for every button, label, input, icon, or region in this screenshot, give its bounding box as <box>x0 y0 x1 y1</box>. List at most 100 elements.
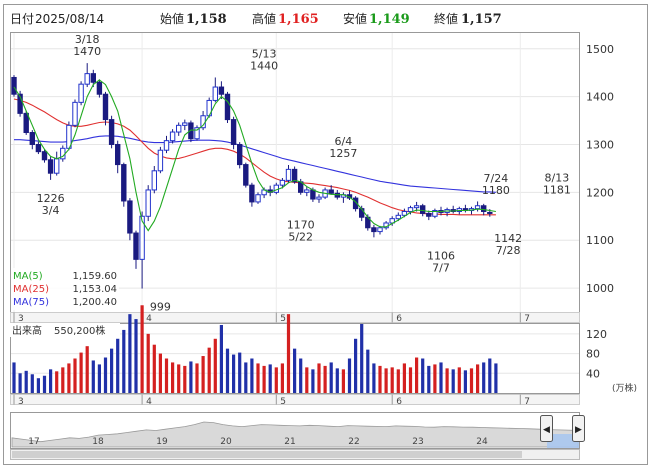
volume-bar <box>207 347 211 393</box>
volume-bar <box>408 367 413 393</box>
candle-down <box>224 93 231 121</box>
navigator-label: 23 <box>412 437 423 447</box>
volume-bar <box>488 358 492 393</box>
volume-bar <box>274 367 278 393</box>
volume-tick-label: 40 <box>586 367 600 380</box>
volume-bar <box>244 362 248 393</box>
navigator-label: 22 <box>348 437 359 447</box>
volume-bar <box>42 375 47 393</box>
volume-bar <box>189 361 193 393</box>
month-label: 4 <box>146 397 152 407</box>
ma75-legend-label: MA(75) <box>13 297 49 308</box>
candle-up <box>78 83 84 103</box>
candle-down <box>23 112 29 134</box>
navigator-left-handle[interactable]: ◀ <box>540 415 553 442</box>
volume-bar <box>103 357 108 393</box>
volume-bar <box>305 367 309 393</box>
volume-bar <box>79 352 83 393</box>
candle-down <box>230 119 237 145</box>
volume-bar <box>402 363 406 393</box>
volume-bar <box>36 378 40 393</box>
candle-up <box>212 86 219 101</box>
volume-bar <box>280 363 284 393</box>
candle-up <box>279 179 286 186</box>
candle-up <box>169 131 176 142</box>
candle-down <box>133 232 139 260</box>
volume-bar <box>61 367 65 393</box>
month-label: 7 <box>524 397 530 407</box>
candle-down <box>371 227 377 233</box>
candle-down <box>218 86 225 95</box>
volume-bar <box>134 319 138 393</box>
volume-bar <box>323 365 327 393</box>
candle-down <box>420 205 426 214</box>
candle-up <box>72 101 78 126</box>
volume-bar <box>238 352 242 393</box>
ma75-legend-value: 1,200.40 <box>72 297 117 308</box>
candle-down <box>108 119 115 145</box>
annotation-label: 1440 <box>250 59 278 72</box>
candle-down <box>41 151 48 161</box>
price-tick-label: 1100 <box>586 234 614 247</box>
volume-bar <box>49 369 53 393</box>
month-label: 6 <box>396 314 402 324</box>
candle-down <box>249 184 255 203</box>
price-tick-label: 1200 <box>586 186 614 199</box>
low-label: 安値 <box>343 11 367 26</box>
volume-bar <box>427 365 431 393</box>
price-tick-label: 1000 <box>586 282 614 295</box>
navigator-label: 20 <box>220 437 232 447</box>
navigator-label: 19 <box>156 437 168 447</box>
volume-bar <box>116 338 120 393</box>
volume-bar <box>97 364 101 393</box>
volume-bar <box>18 373 22 393</box>
volume-bar <box>451 369 455 393</box>
candle-down <box>102 93 109 121</box>
month-label: 5 <box>280 314 286 324</box>
navigator-scrollbar-thumb[interactable] <box>12 451 522 458</box>
volume-bar <box>469 368 474 393</box>
volume-bar <box>378 365 382 393</box>
volume-bar <box>396 369 400 393</box>
volume-bar <box>390 367 394 393</box>
volume-bar <box>329 362 333 393</box>
navigator-label: 18 <box>92 437 104 447</box>
volume-bar <box>494 363 498 393</box>
low-value: 1,149 <box>369 12 410 27</box>
navigator-right-handle[interactable]: ▶ <box>572 415 585 442</box>
candle-down <box>35 143 42 153</box>
volume-tick-label: 120 <box>586 328 607 341</box>
volume-bar <box>91 360 95 393</box>
volume-bar <box>158 353 162 393</box>
candle-down <box>29 132 36 145</box>
candle-up <box>413 205 420 209</box>
ma-legend: MA(5) 1,159.60 MA(25) 1,153.04 MA(75) 1,… <box>11 268 119 310</box>
candle-up <box>377 227 383 233</box>
candle-up <box>304 189 310 193</box>
volume-value: 550,200株 <box>54 324 105 337</box>
month-label: 4 <box>146 314 152 324</box>
month-label: 5 <box>280 397 286 407</box>
navigator-left-arrow-icon[interactable]: ◀ <box>543 425 550 435</box>
candle-up <box>145 189 151 217</box>
candle-up <box>151 170 158 191</box>
volume-bar <box>476 364 480 393</box>
ma5-legend-value: 1,159.60 <box>72 271 117 282</box>
candle-down <box>310 189 316 200</box>
close-label: 終値 <box>434 11 458 26</box>
volume-bar <box>24 370 28 393</box>
candle-down <box>481 205 487 212</box>
volume-bar <box>225 348 230 393</box>
volume-bar <box>457 367 461 393</box>
navigator-label: 17 <box>28 437 39 447</box>
volume-bar <box>177 364 181 393</box>
volume-bar <box>415 357 419 393</box>
volume-bar <box>30 374 34 393</box>
annotation-label: 7/28 <box>496 244 521 257</box>
navigator-right-arrow-icon[interactable]: ▶ <box>575 425 582 435</box>
volume-bar <box>195 363 199 393</box>
candle-up <box>54 158 60 174</box>
volume-bar <box>384 368 388 393</box>
candle-down <box>487 211 493 214</box>
month-strip-bg <box>10 394 580 405</box>
